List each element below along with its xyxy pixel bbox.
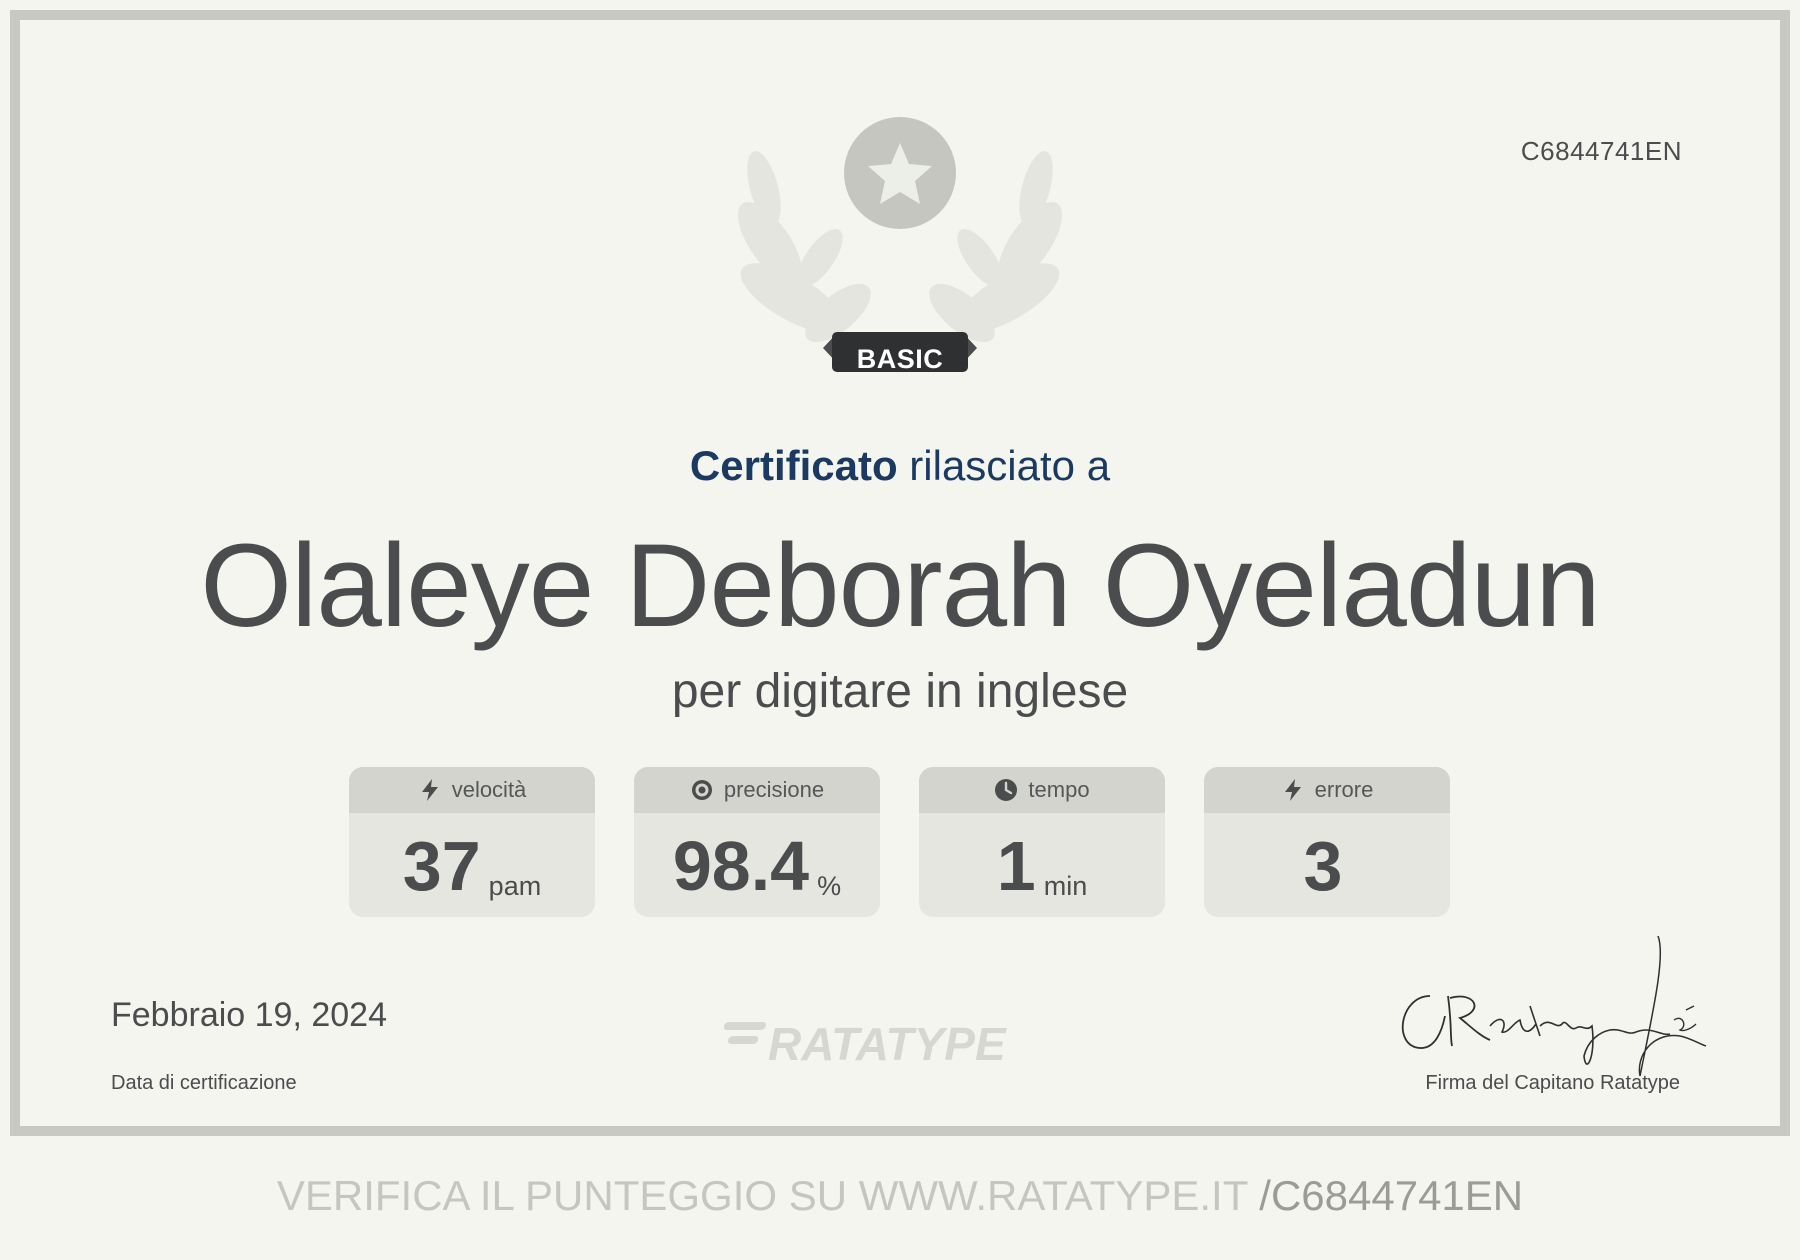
certificate-heading-rest: rilasciato a bbox=[909, 442, 1111, 489]
stat-unit: % bbox=[817, 871, 842, 901]
lightning-icon bbox=[1284, 779, 1301, 801]
recipient-name: Olaleye Deborah Oyeladun bbox=[200, 520, 1600, 652]
lightning-icon bbox=[421, 779, 438, 801]
certificate-heading: Certificato rilasciato a bbox=[0, 442, 1800, 490]
stat-body: 37 pam bbox=[349, 813, 595, 917]
verify-prefix: VERIFICA IL PUNTEGGIO SU WWW.RATATYPE.IT bbox=[276, 1172, 1248, 1219]
verify-code: /C6844741EN bbox=[1259, 1172, 1524, 1219]
stat-value: 1 bbox=[996, 827, 1036, 905]
certification-date: Febbraio 19, 2024 bbox=[111, 996, 387, 1034]
stat-value: 98.4 bbox=[672, 827, 810, 905]
stat-body: 1 min bbox=[919, 813, 1165, 917]
clock-icon bbox=[995, 779, 1018, 801]
certificate-heading-bold: Certificato bbox=[689, 442, 898, 489]
verify-score-line: VERIFICA IL PUNTEGGIO SU WWW.RATATYPE.IT… bbox=[0, 1172, 1800, 1220]
stat-card-errors: errore 3 bbox=[1204, 767, 1450, 917]
stat-card-time: tempo 1 min bbox=[919, 767, 1165, 917]
star-badge-icon bbox=[844, 117, 956, 229]
signature-label: Firma del Capitano Ratatype bbox=[1425, 1072, 1680, 1094]
stat-label: tempo bbox=[1028, 777, 1090, 802]
stat-card-speed: velocità 37 pam bbox=[349, 767, 595, 917]
stat-header: errore bbox=[1204, 767, 1450, 813]
stat-body: 98.4 % bbox=[634, 813, 880, 917]
certificate-code: C6844741EN bbox=[1520, 136, 1682, 166]
stat-header: precisione bbox=[634, 767, 880, 813]
stat-header: velocità bbox=[349, 767, 595, 813]
stat-card-accuracy: precisione 98.4 % bbox=[634, 767, 880, 917]
logo-text: RATATYPE bbox=[768, 1018, 1007, 1066]
stat-body: 3 bbox=[1204, 813, 1450, 917]
stat-unit: pam bbox=[488, 871, 542, 901]
certification-date-label: Data di certificazione bbox=[111, 1072, 297, 1094]
stat-header: tempo bbox=[919, 767, 1165, 813]
certificate-subject: per digitare in inglese bbox=[671, 665, 1129, 718]
badge-label: BASIC bbox=[856, 344, 944, 374]
stat-value: 3 bbox=[1303, 827, 1343, 905]
stat-value: 37 bbox=[402, 827, 481, 905]
stat-label: velocità bbox=[451, 777, 527, 802]
ratatype-logo: RATATYPE bbox=[724, 1018, 1007, 1066]
stat-label: precisione bbox=[723, 777, 825, 802]
target-icon bbox=[691, 780, 712, 800]
stat-label: errore bbox=[1314, 777, 1374, 802]
stat-unit: min bbox=[1043, 871, 1088, 901]
